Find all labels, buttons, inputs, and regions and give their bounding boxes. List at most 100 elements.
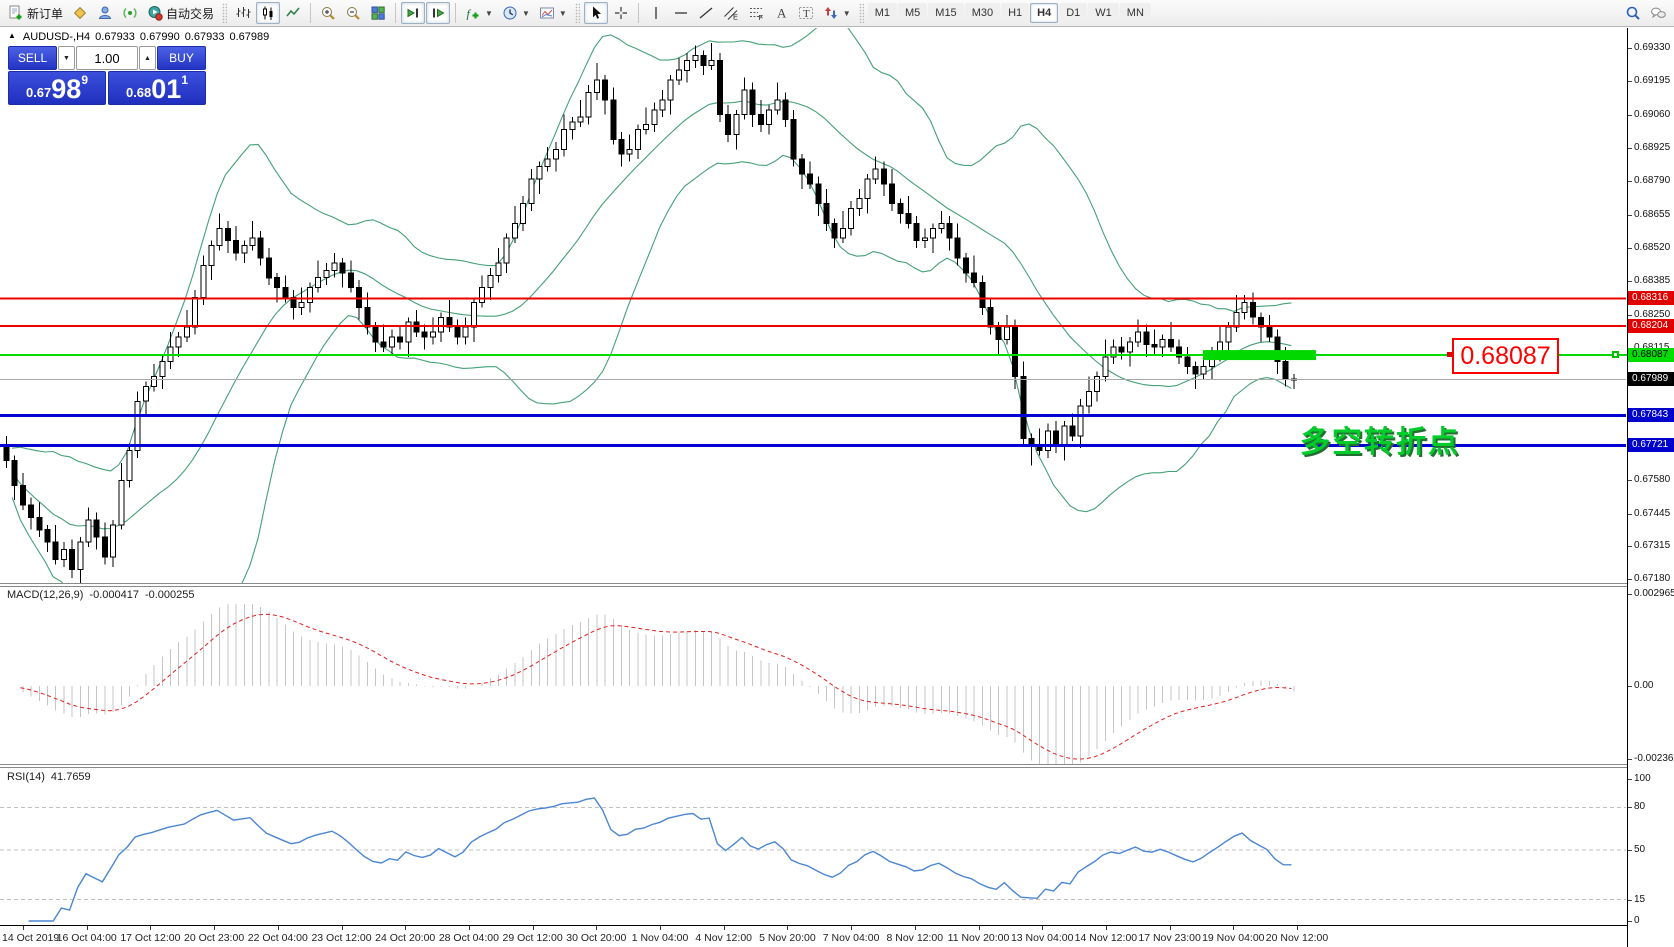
callout-handle-square	[1447, 352, 1452, 357]
toolbar-trend-line-button[interactable]	[694, 2, 718, 24]
templates-icon	[539, 5, 555, 21]
toolbar-cursor-button[interactable]	[584, 2, 608, 24]
time-tick	[150, 926, 151, 930]
toolbar-chart-shift-button[interactable]	[426, 2, 450, 24]
toolbar-templates-button[interactable]: ▼	[535, 2, 571, 24]
time-label: 4 Nov 12:00	[695, 932, 752, 944]
toolbar-search-button[interactable]	[1621, 2, 1645, 24]
price-tick: 0.67315	[1634, 540, 1670, 551]
toolbar-arrows-button[interactable]: ▼	[819, 2, 855, 24]
sell-price[interactable]: 0.67 98 9	[8, 71, 106, 105]
time-label: 22 Oct 04:00	[248, 932, 308, 944]
time-tick	[342, 926, 343, 930]
svg-text:F: F	[758, 13, 763, 21]
one-click-trading-panel: SELL ▼ ▲ BUY 0.67 98 9 0.68 01 1	[8, 46, 206, 105]
collapse-panel-icon[interactable]: ▲	[8, 31, 16, 43]
toolbar-indicators-button[interactable]: f▼	[461, 2, 497, 24]
toolbar-text-button[interactable]: A	[769, 2, 793, 24]
auto-trading-label: 自动交易	[166, 5, 214, 22]
toolbar-tf-m5[interactable]: M5	[898, 3, 927, 23]
time-tick	[915, 926, 916, 930]
arrows-icon	[823, 5, 839, 21]
toolbar-line-chart-button[interactable]	[281, 2, 305, 24]
highlight-zone[interactable]	[1203, 350, 1316, 360]
toolbar-tf-d1[interactable]: D1	[1059, 3, 1087, 23]
toolbar-auto-trading-button[interactable]: 自动交易	[143, 2, 218, 24]
level-price-label: 0.67843	[1628, 408, 1674, 422]
toolbar-fibonacci-button[interactable]: F	[744, 2, 768, 24]
toolbar-equidistant-channel-button[interactable]: E	[719, 2, 743, 24]
auto-scroll-icon	[405, 5, 421, 21]
toolbar-zoom-out-button[interactable]	[341, 2, 365, 24]
buy-button[interactable]: BUY	[157, 46, 206, 70]
toolbar-tf-m15[interactable]: M15	[928, 3, 963, 23]
symbol-timeframe: AUDUSD-,H4	[23, 31, 90, 43]
price-callout-box[interactable]: 0.68087	[1452, 338, 1559, 374]
toolbar-grip	[859, 3, 864, 23]
toolbar-new-order-button[interactable]: 新订单	[4, 2, 67, 24]
chevron-down-icon: ▼	[522, 9, 530, 18]
price-tick: 0.68925	[1634, 142, 1670, 153]
volume-input[interactable]	[76, 46, 138, 70]
rsi-name: RSI(14)	[7, 771, 45, 783]
time-tick	[979, 926, 980, 930]
toolbar-tf-h1[interactable]: H1	[1001, 3, 1029, 23]
market-watch-icon	[97, 5, 113, 21]
main-price-chart[interactable]	[0, 28, 1626, 584]
sell-button[interactable]: SELL	[8, 46, 57, 70]
toolbar-market-watch-button[interactable]	[93, 2, 117, 24]
toolbar-crosshair-button[interactable]	[609, 2, 633, 24]
toolbar-tf-m1[interactable]: M1	[868, 3, 897, 23]
price-axis[interactable]: 0.693300.691950.690600.689250.687900.686…	[1627, 28, 1674, 947]
volume-decrease-button[interactable]: ▼	[58, 46, 75, 70]
toolbar-tf-m30[interactable]: M30	[965, 3, 1000, 23]
macd-histogram	[23, 604, 1294, 764]
sell-price-prefix: 0.67	[26, 83, 51, 103]
chevron-down-icon: ▼	[843, 9, 851, 18]
toolbar-separator	[310, 3, 311, 23]
toolbar-chart-profiles-button[interactable]	[68, 2, 92, 24]
price-tick: 0.69060	[1634, 109, 1670, 120]
time-tick	[1042, 926, 1043, 930]
toolbar-periods-button[interactable]: ▼	[498, 2, 534, 24]
time-label: 13 Nov 04:00	[1011, 932, 1073, 944]
time-label: 1 Nov 04:00	[632, 932, 689, 944]
buy-price[interactable]: 0.68 01 1	[108, 71, 206, 105]
time-label: 28 Oct 04:00	[439, 932, 499, 944]
time-axis[interactable]: 14 Oct 201916 Oct 04:0017 Oct 12:0020 Oc…	[0, 925, 1627, 947]
search-icon	[1625, 5, 1641, 21]
trendline-icon	[698, 5, 714, 21]
rsi-panel[interactable]	[0, 768, 1626, 925]
toolbar-zoom-in-button[interactable]	[316, 2, 340, 24]
rsi-axis-label: 50	[1634, 844, 1645, 855]
svg-text:A: A	[777, 6, 787, 21]
time-label: 11 Nov 20:00	[948, 932, 1010, 944]
toolbar-candlestick-chart-button[interactable]	[256, 2, 280, 24]
level-price-label: 0.68204	[1628, 319, 1674, 333]
macd-panel[interactable]	[0, 587, 1626, 764]
toolbar-horizontal-line-button[interactable]	[669, 2, 693, 24]
buy-price-big: 01	[151, 76, 181, 103]
text-label-icon: T	[798, 5, 814, 21]
time-tick	[596, 926, 597, 930]
mt4-window: 新订单 自动交易 f▼ ▼ ▼ E F AT ▼ M1M5M15M30H1H4D1W1MN ▲ A…	[0, 0, 1674, 947]
toolbar-signals-button[interactable]	[118, 2, 142, 24]
toolbar-tf-mn[interactable]: MN	[1120, 3, 1151, 23]
rsi-value: 41.7659	[51, 771, 91, 783]
toolbar-vertical-line-button[interactable]	[644, 2, 668, 24]
level-price-label: 0.67721	[1628, 438, 1674, 452]
pivot-annotation-text[interactable]: 多空转折点	[1300, 417, 1460, 461]
level-price-label: 0.68087	[1628, 348, 1674, 362]
toolbar-auto-scroll-button[interactable]	[401, 2, 425, 24]
autotrade-icon	[147, 5, 163, 21]
toolbar-text-label-button[interactable]: T	[794, 2, 818, 24]
toolbar-tf-h4[interactable]: H4	[1030, 3, 1058, 23]
rsi-axis-label: 80	[1634, 801, 1645, 812]
volume-increase-button[interactable]: ▲	[139, 46, 156, 70]
toolbar-tile-windows-button[interactable]	[366, 2, 390, 24]
time-tick	[1106, 926, 1107, 930]
toolbar-bar-chart-button[interactable]	[231, 2, 255, 24]
toolbar-tf-w1[interactable]: W1	[1088, 3, 1119, 23]
toolbar-chat-button[interactable]	[1646, 2, 1670, 24]
time-tick	[278, 926, 279, 930]
